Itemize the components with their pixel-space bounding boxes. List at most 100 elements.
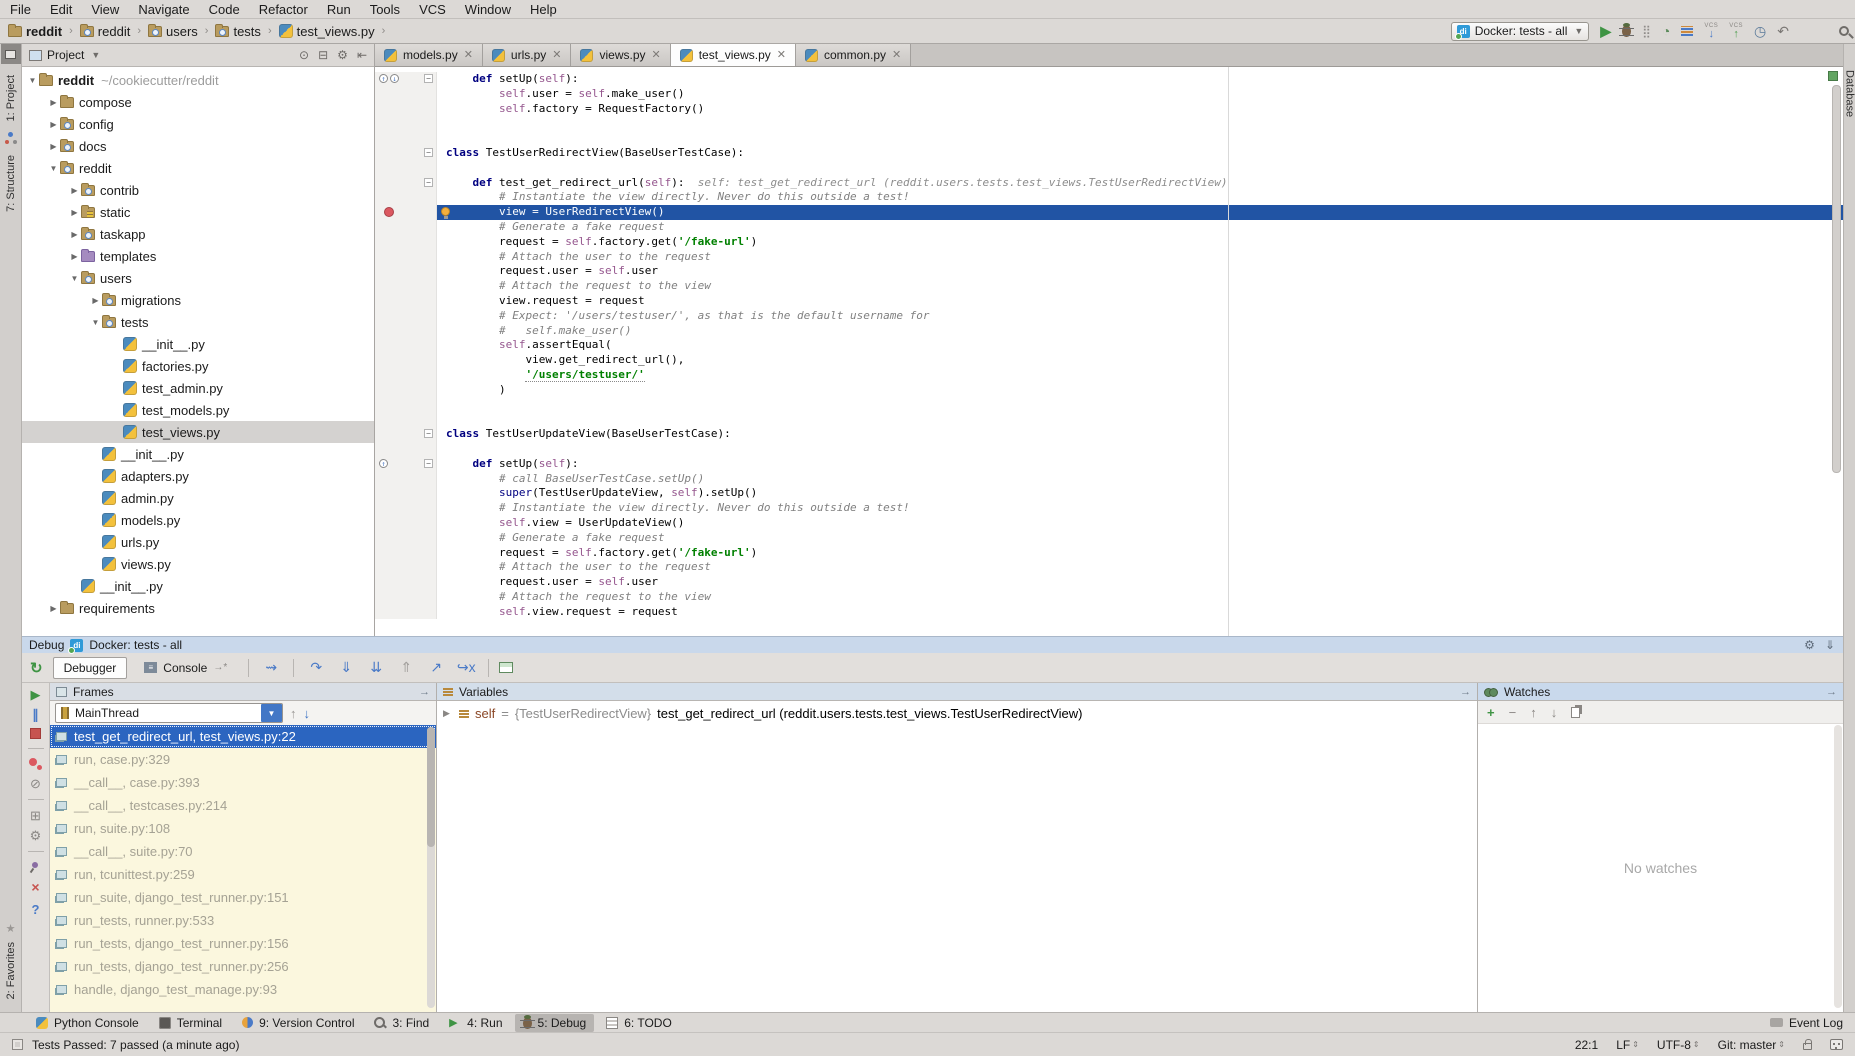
tree-item-compose[interactable]: ▶compose bbox=[22, 91, 374, 113]
gutter-cell[interactable] bbox=[375, 87, 437, 102]
fold-icon[interactable]: − bbox=[424, 459, 433, 468]
stop-icon[interactable] bbox=[30, 728, 41, 739]
close-icon[interactable]: ✕ bbox=[552, 50, 561, 61]
gutter-cell[interactable] bbox=[375, 294, 437, 309]
menu-file[interactable]: File bbox=[10, 2, 31, 17]
drop-frame-icon[interactable]: ↪x bbox=[454, 659, 478, 676]
menu-view[interactable]: View bbox=[91, 2, 119, 17]
code-line[interactable]: view.request = request bbox=[375, 294, 1843, 309]
tree-item-__init__.py[interactable]: __init__.py bbox=[22, 443, 374, 465]
code-line[interactable]: ↑↓− def setUp(self): bbox=[375, 72, 1843, 87]
stack-frame-row[interactable]: run_tests, django_test_runner.py:256 bbox=[50, 955, 436, 978]
gutter-cell[interactable] bbox=[375, 131, 437, 146]
gutter-cell[interactable] bbox=[375, 264, 437, 279]
tab-test_views-py[interactable]: test_views.py✕ bbox=[671, 44, 796, 66]
move-down-icon[interactable]: ↓ bbox=[1551, 706, 1558, 719]
tree-arrow-icon[interactable]: ▶ bbox=[89, 296, 102, 305]
code-line[interactable]: '/users/testuser/' bbox=[375, 368, 1843, 383]
gear-icon[interactable]: ⚙ bbox=[1804, 638, 1815, 652]
tree-item-models.py[interactable]: models.py bbox=[22, 509, 374, 531]
tree-item-reddit[interactable]: ▼reddit bbox=[22, 157, 374, 179]
run-icon[interactable]: ▶ bbox=[1600, 24, 1611, 38]
gutter-cell[interactable] bbox=[375, 398, 437, 413]
tree-item-config[interactable]: ▶config bbox=[22, 113, 374, 135]
float-panel-icon[interactable]: → bbox=[1460, 686, 1471, 698]
step-over-icon[interactable]: ↷ bbox=[304, 659, 328, 676]
gear-icon[interactable]: ⚙ bbox=[337, 48, 348, 62]
gutter-cell[interactable] bbox=[375, 472, 437, 487]
search-icon[interactable] bbox=[1839, 26, 1849, 36]
inspection-status-icon[interactable] bbox=[1828, 71, 1838, 81]
gutter-cell[interactable] bbox=[375, 560, 437, 575]
sidebar-tab-project[interactable]: 1: Project bbox=[5, 75, 17, 121]
toolwindow-button-9-version-control[interactable]: 9: Version Control bbox=[234, 1014, 362, 1032]
stack-frame-row[interactable]: run, tcunittest.py:259 bbox=[50, 863, 436, 886]
code-line[interactable]: request.user = self.user bbox=[375, 575, 1843, 590]
gutter-cell[interactable] bbox=[375, 412, 437, 427]
status-item-git-master[interactable]: Git: master⇕ bbox=[1718, 1038, 1785, 1052]
code-line[interactable]: # self.make_user() bbox=[375, 324, 1843, 339]
code-line[interactable]: self.view = UserUpdateView() bbox=[375, 516, 1843, 531]
collapse-all-icon[interactable]: ⊟ bbox=[318, 48, 328, 62]
code-line[interactable] bbox=[375, 116, 1843, 131]
code-line[interactable]: # Expect: '/users/testuser/', as that is… bbox=[375, 309, 1843, 324]
gutter-cell[interactable]: ↑− bbox=[375, 457, 437, 472]
tab-urls-py[interactable]: urls.py✕ bbox=[483, 44, 572, 66]
tree-arrow-icon[interactable]: ▶ bbox=[47, 98, 60, 107]
code-line[interactable] bbox=[375, 161, 1843, 176]
gutter-cell[interactable] bbox=[375, 324, 437, 339]
tree-arrow-icon[interactable]: ▶ bbox=[68, 186, 81, 195]
run-to-cursor-icon[interactable]: ↗ bbox=[424, 659, 448, 676]
tree-arrow-icon[interactable]: ▶ bbox=[47, 604, 60, 613]
thread-selector[interactable]: MainThread ▼ bbox=[55, 703, 283, 723]
editor-body[interactable]: ↑↓− def setUp(self): self.user = self.ma… bbox=[375, 67, 1843, 636]
code-line[interactable]: −class TestUserRedirectView(BaseUserTest… bbox=[375, 146, 1843, 161]
code-line[interactable]: ↑− def setUp(self): bbox=[375, 457, 1843, 472]
stack-frame-row[interactable]: run, case.py:329 bbox=[50, 748, 436, 771]
tree-item-taskapp[interactable]: ▶taskapp bbox=[22, 223, 374, 245]
lock-icon[interactable] bbox=[1803, 1043, 1812, 1050]
pin-tab-icon[interactable] bbox=[30, 861, 41, 872]
settings-gear-icon[interactable]: ⚙ bbox=[30, 829, 42, 842]
gutter-cell[interactable] bbox=[375, 486, 437, 501]
gutter-cell[interactable] bbox=[375, 338, 437, 353]
code-line[interactable]: −class TestUserUpdateView(BaseUserTestCa… bbox=[375, 427, 1843, 442]
gutter-cell[interactable]: − bbox=[375, 176, 437, 191]
tree-item-tests[interactable]: ▼tests bbox=[22, 311, 374, 333]
status-item-lf[interactable]: LF⇕ bbox=[1616, 1038, 1639, 1052]
mute-breakpoints-icon[interactable]: ⊘ bbox=[30, 777, 41, 790]
code-line[interactable]: request = self.factory.get('/fake-url') bbox=[375, 235, 1843, 250]
tab-debugger[interactable]: Debugger bbox=[53, 657, 128, 679]
tree-item-users[interactable]: ▼users bbox=[22, 267, 374, 289]
restore-layout-icon[interactable]: ⊞ bbox=[30, 809, 41, 822]
gutter-cell[interactable] bbox=[375, 190, 437, 205]
override-marker[interactable]: ↑ bbox=[379, 459, 388, 468]
code-line[interactable]: self.factory = RequestFactory() bbox=[375, 102, 1843, 117]
frames-scrollbar[interactable] bbox=[427, 727, 435, 1008]
code-line[interactable] bbox=[375, 412, 1843, 427]
status-item-22-1[interactable]: 22:1 bbox=[1575, 1038, 1598, 1052]
close-icon[interactable]: ✕ bbox=[892, 50, 901, 61]
tree-arrow-icon[interactable]: ▶ bbox=[47, 142, 60, 151]
tree-item-contrib[interactable]: ▶contrib bbox=[22, 179, 374, 201]
menu-edit[interactable]: Edit bbox=[50, 2, 72, 17]
stack-frame-row[interactable]: __call__, case.py:393 bbox=[50, 771, 436, 794]
debug-icon[interactable] bbox=[1622, 25, 1631, 37]
force-step-into-icon[interactable]: ⇊ bbox=[364, 659, 388, 676]
help-icon[interactable]: ? bbox=[32, 902, 40, 917]
tab-common-py[interactable]: common.py✕ bbox=[796, 44, 911, 66]
code-line[interactable]: − def test_get_redirect_url(self): self:… bbox=[375, 176, 1843, 191]
tree-item-static[interactable]: ▶static bbox=[22, 201, 374, 223]
toolwindow-button-5-debug[interactable]: 5: Debug bbox=[515, 1014, 595, 1032]
tree-item-migrations[interactable]: ▶migrations bbox=[22, 289, 374, 311]
menu-window[interactable]: Window bbox=[465, 2, 511, 17]
view-breakpoints-icon[interactable] bbox=[29, 758, 42, 770]
gutter-cell[interactable] bbox=[375, 235, 437, 250]
gutter-cell[interactable] bbox=[375, 353, 437, 368]
toolwindow-button-4-run[interactable]: 4: Run bbox=[441, 1014, 510, 1032]
tree-item-views.py[interactable]: views.py bbox=[22, 553, 374, 575]
code-line[interactable]: # Generate a fake request bbox=[375, 220, 1843, 235]
hide-tool-window-icon[interactable]: ⇓ bbox=[1825, 638, 1835, 652]
tree-arrow-icon[interactable]: ▼ bbox=[47, 164, 60, 173]
frame-down-icon[interactable]: ↓ bbox=[304, 706, 311, 721]
